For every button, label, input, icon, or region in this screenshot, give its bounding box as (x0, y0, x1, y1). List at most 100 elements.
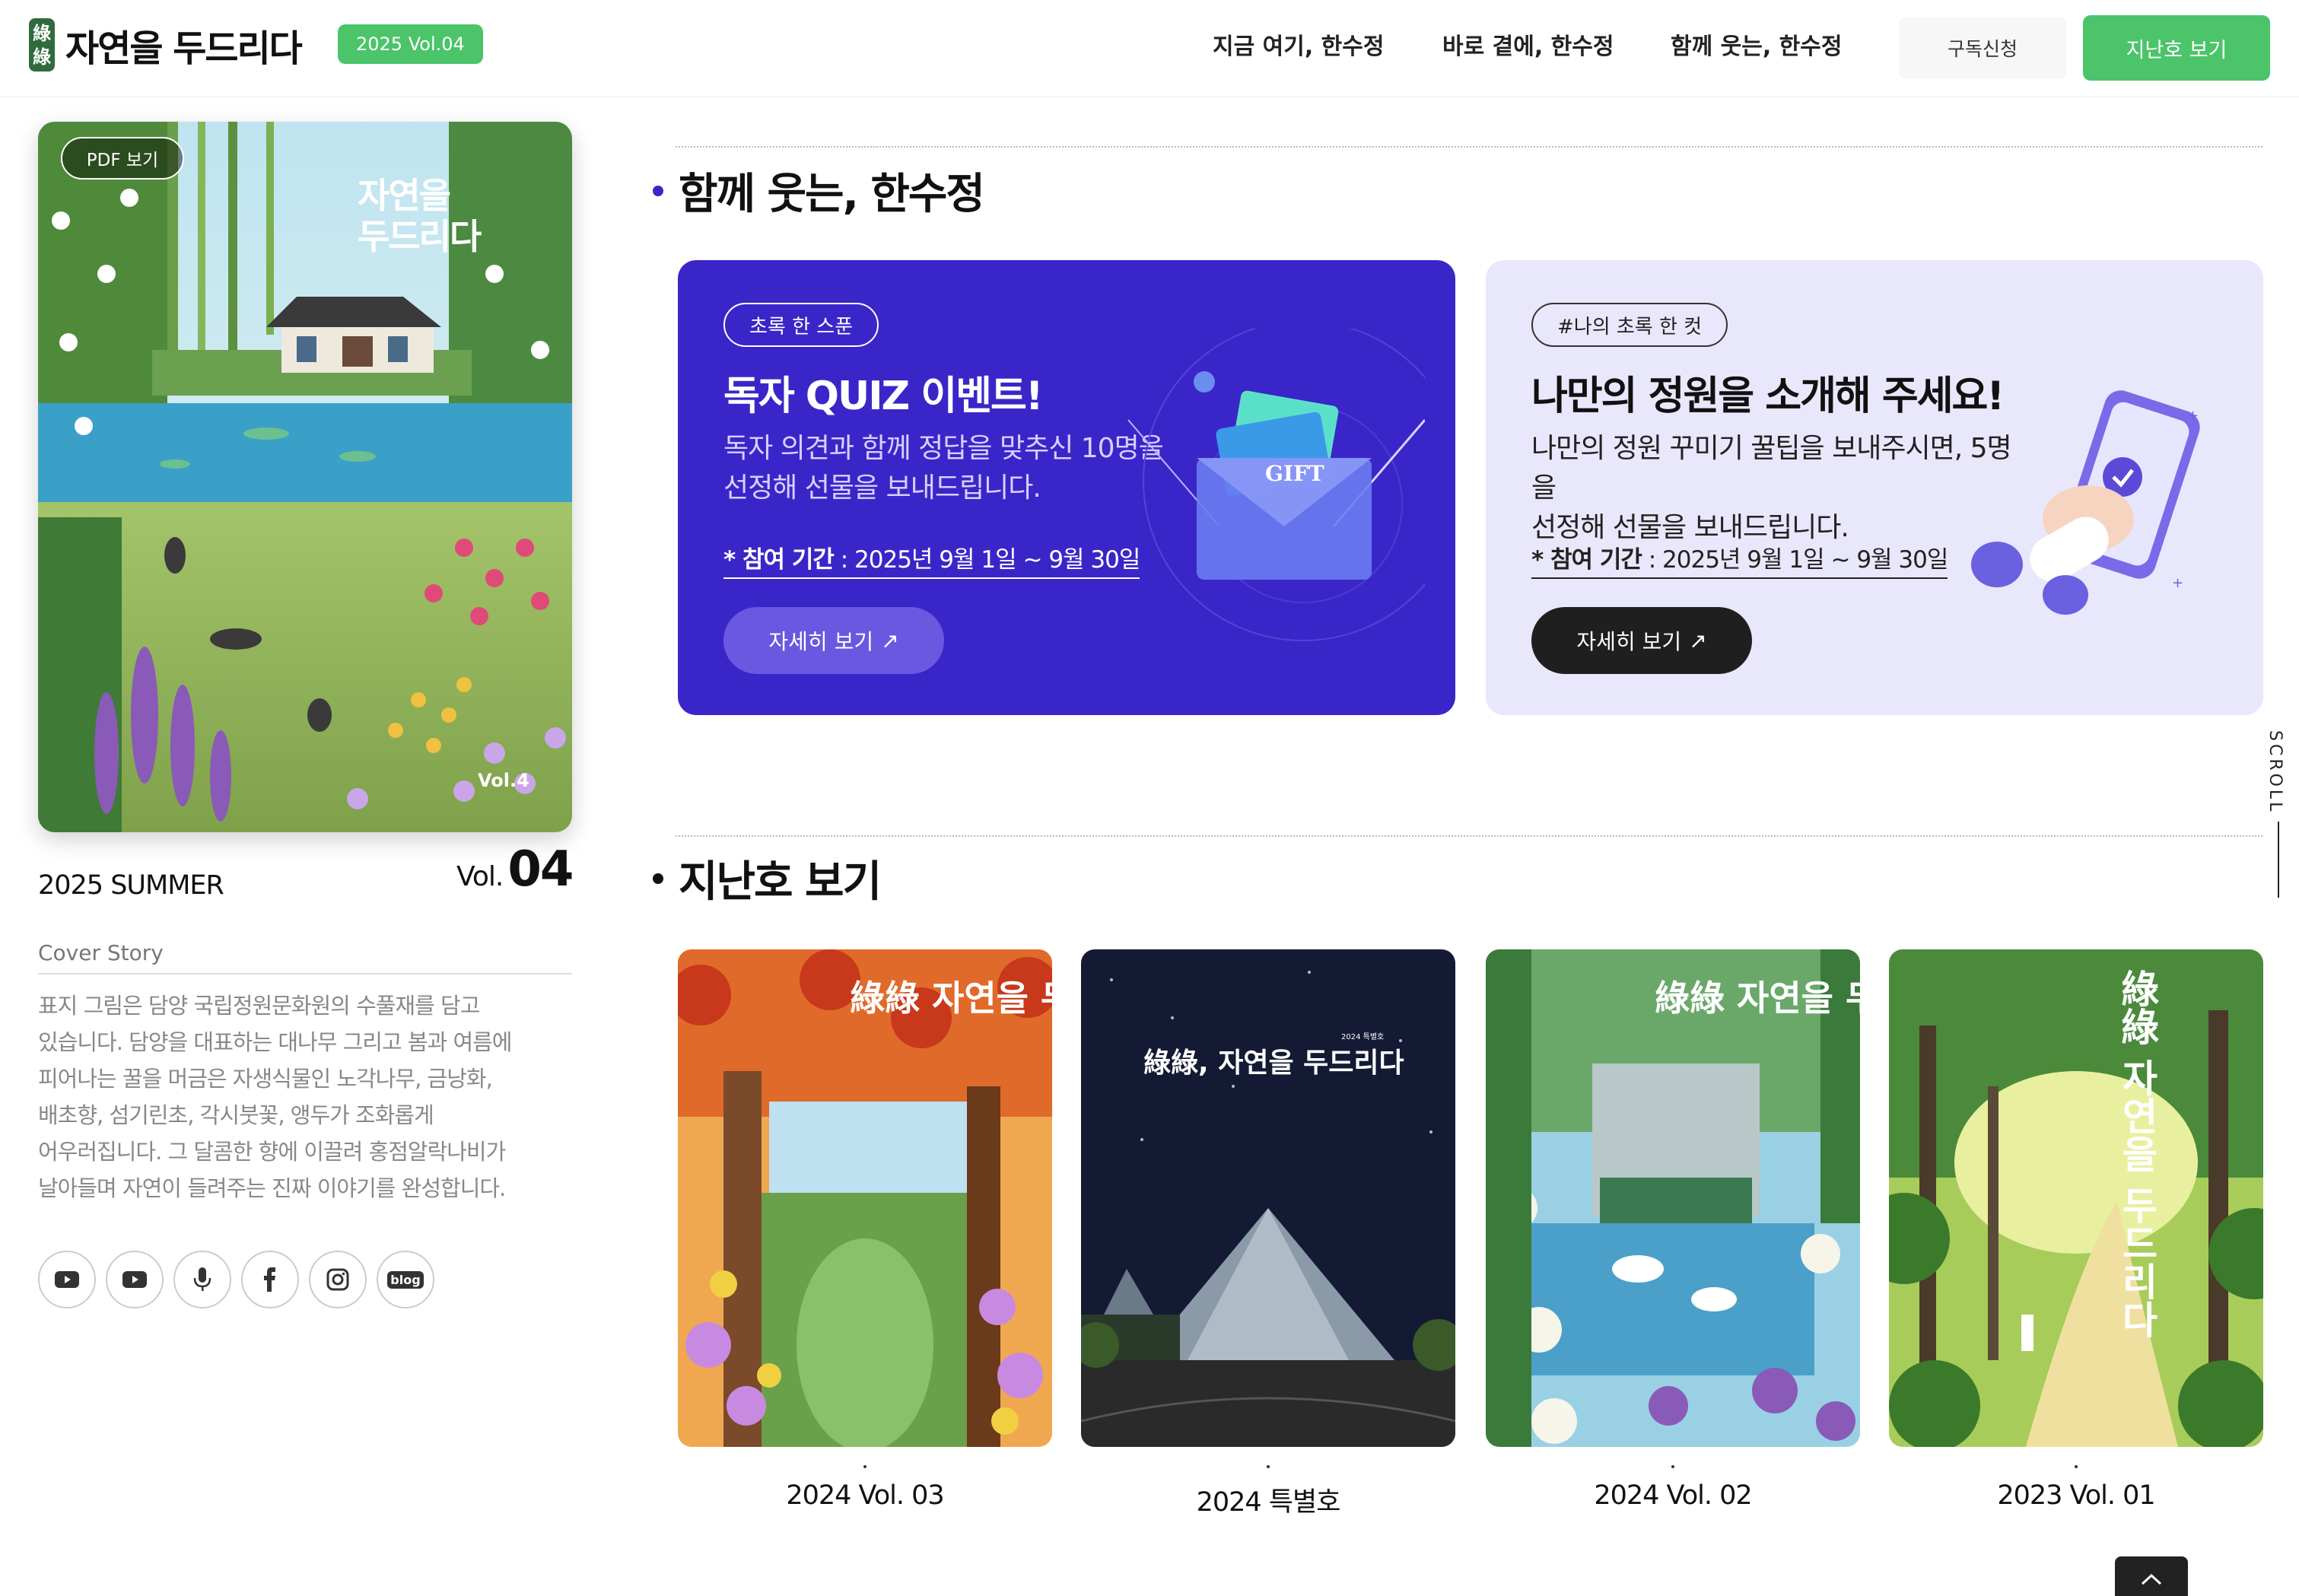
nav-item-laugh-together[interactable]: 함께 웃는, 한수정 (1671, 27, 1843, 61)
event-description: 나만의 정원 꾸미기 꿀팁을 보내주시면, 5명을 선정해 선물을 보내드립니다… (1531, 429, 2033, 548)
forest-cover-art (1889, 949, 2263, 1447)
cover-story-line: 배초향, 섬기린초, 각시붓꽃, 앵두가 조화롭게 (38, 1102, 434, 1128)
issue-dot (863, 1465, 866, 1468)
gift-text: GIFT (1265, 461, 1324, 486)
issue-label: 2024 특별호 (1196, 1487, 1341, 1518)
archive-issue[interactable]: 綠綠, 자연을 두드리다 2024 특별호 2024 특별호 (1081, 949, 1455, 1519)
archive-section-title-text: 지난호 보기 (679, 857, 882, 907)
gift-envelope-illustration: GIFT (1127, 329, 1425, 641)
blog-icon[interactable]: blog (377, 1251, 434, 1308)
archive-issue[interactable]: 綠綠 자연을 두드리다 2024 Vol. 02 (1486, 949, 1860, 1511)
autumn-cover-art (678, 949, 1052, 1447)
svg-text:+: + (2172, 575, 2183, 591)
arrow-up-right-icon: ↗ (1689, 628, 1707, 653)
archive-issue[interactable]: 綠綠 자연을 두드리다 2024 Vol. 03 (678, 949, 1052, 1511)
more-label: 자세히 보기 (768, 629, 874, 654)
youtube-alt-icon[interactable] (106, 1251, 164, 1308)
event-period-label: * 참여 기간 (723, 546, 835, 574)
nav-item-here-now[interactable]: 지금 여기, 한수정 (1213, 27, 1385, 61)
logo-char: 綠 (33, 46, 51, 68)
logo-text: 자연을 두드리다 (65, 27, 303, 70)
more-label: 자세히 보기 (1576, 629, 1682, 654)
cover-story-line: 있습니다. 담양을 대표하는 대나무 그리고 봄과 여름에 (38, 1029, 513, 1055)
scroll-top-button[interactable] (2115, 1556, 2188, 1596)
issue-cover-autumn[interactable]: 綠綠 자연을 두드리다 (678, 949, 1052, 1447)
pdf-view-button[interactable]: PDF 보기 (61, 137, 184, 180)
cover-vol-mark: Vol.4 (478, 770, 529, 791)
svg-text:+: + (2187, 408, 2199, 424)
events-section-title: 함께 웃는, 한수정 (653, 160, 985, 221)
lake-cover-art (1486, 949, 1860, 1447)
issue-cover-lake[interactable]: 綠綠 자연을 두드리다 (1486, 949, 1860, 1447)
event-period-value: : 2025년 9월 1일 ~ 9월 30일 (1641, 546, 1949, 574)
issue-cover-title: 綠綠 자연을 두드리다 (1655, 978, 1860, 1019)
night-cover-art (1081, 949, 1455, 1447)
event-title: 나만의 정원을 소개해 주세요! (1531, 374, 2005, 419)
cover-story-line: 날아들며 자연이 들려주는 진짜 이야기를 완성합니다. (38, 1175, 506, 1201)
issue-season: 2025 SUMMER (38, 870, 224, 901)
cover-story-text: 표지 그림은 담양 국립정원문화원의 수풀재를 담고 있습니다. 담양을 대표하… (38, 987, 572, 1207)
section-divider (676, 835, 2262, 837)
issue-badge: 2025 Vol.04 (338, 24, 483, 64)
back-issues-button[interactable]: 지난호 보기 (2083, 15, 2270, 81)
vol-number: 04 (507, 841, 574, 898)
cover-story-line: 어우러집니다. 그 달콤한 향에 이끌려 홍점알락나비가 (38, 1139, 506, 1165)
section-bullet (653, 185, 663, 196)
issue-cover-title: 綠綠 자연을 두드리다 (2115, 969, 2159, 1338)
vol-label: Vol. (456, 861, 504, 892)
scroll-indicator: SCROLL (2266, 730, 2285, 815)
event-period: * 참여 기간 : 2025년 9월 1일 ~ 9월 30일 (1531, 540, 1948, 579)
issue-cover-night[interactable]: 綠綠, 자연을 두드리다 2024 특별호 (1081, 949, 1455, 1447)
event-period: * 참여 기간 : 2025년 9월 1일 ~ 9월 30일 (723, 540, 1140, 579)
chevron-up-icon (2141, 1573, 2162, 1585)
quiz-event-card[interactable]: 초록 한 스푼 독자 QUIZ 이벤트! 독자 의견과 함께 정답을 맞추신 1… (678, 260, 1455, 715)
issue-label: 2023 Vol. 01 (1997, 1480, 2155, 1511)
issue-cover-title: 綠綠, 자연을 두드리다 (1143, 1048, 1404, 1079)
event-description-line: 나만의 정원 꾸미기 꿀팁을 보내주시면, 5명을 (1531, 433, 2012, 504)
issue-volume: Vol. 04 (456, 841, 574, 898)
event-period-label: * 참여 기간 (1531, 546, 1642, 574)
cover-title: 자연을 두드리다 (358, 175, 482, 257)
site-header: 綠 綠 자연을 두드리다 2025 Vol.04 지금 여기, 한수정 바로 곁… (0, 0, 2299, 97)
issue-cover-title: 綠綠 자연을 두드리다 (850, 978, 1052, 1019)
subscribe-button[interactable]: 구독신청 (1899, 17, 2066, 79)
cover-title-line: 두드리다 (358, 216, 482, 257)
phone-hand-illustration: + + (1971, 390, 2200, 615)
cover-illustration (38, 122, 572, 832)
event-tag: 초록 한 스푼 (723, 303, 879, 347)
archive-section-title: 지난호 보기 (653, 847, 882, 909)
facebook-icon[interactable] (241, 1251, 299, 1308)
scroll-indicator-line (2278, 822, 2279, 898)
issue-label: 2024 Vol. 03 (786, 1480, 944, 1511)
garden-more-button[interactable]: 자세히 보기 ↗ (1531, 607, 1752, 674)
podcast-mic-icon[interactable] (173, 1251, 231, 1308)
blog-icon-text: blog (387, 1270, 424, 1289)
instagram-icon[interactable] (309, 1251, 367, 1308)
logo-mark: 綠 綠 (29, 18, 55, 72)
event-tag: #나의 초록 한 컷 (1531, 303, 1728, 347)
issue-cover-subtitle: 2024 특별호 (1341, 1033, 1385, 1041)
cover-story-line: 표지 그림은 담양 국립정원문화원의 수풀재를 담고 (38, 993, 480, 1019)
issue-dot (1267, 1465, 1270, 1468)
section-divider (676, 146, 2262, 148)
quiz-more-button[interactable]: 자세히 보기 ↗ (723, 607, 944, 674)
nav-item-right-beside[interactable]: 바로 곁에, 한수정 (1442, 27, 1614, 61)
logo-char: 綠 (33, 22, 51, 44)
section-bullet (653, 873, 663, 884)
issue-label: 2024 Vol. 02 (1594, 1480, 1752, 1511)
arrow-up-right-icon: ↗ (881, 628, 899, 653)
events-section-title-text: 함께 웃는, 한수정 (679, 170, 985, 219)
cover-story-line: 피어나는 꿀을 머금은 자생식물인 노각나무, 금낭화, (38, 1066, 493, 1092)
archive-issue[interactable]: 綠綠 자연을 두드리다 2023 Vol. 01 (1889, 949, 2263, 1511)
social-links: blog (38, 1251, 434, 1308)
current-issue-cover[interactable]: PDF 보기 자연을 두드리다 Vol.4 (38, 122, 572, 832)
site-logo[interactable]: 綠 綠 자연을 두드리다 (29, 18, 303, 72)
issue-dot (1671, 1465, 1674, 1468)
cover-title-line: 자연을 (358, 175, 451, 216)
youtube-icon[interactable] (38, 1251, 96, 1308)
event-period-value: : 2025년 9월 1일 ~ 9월 30일 (833, 546, 1141, 574)
event-title: 독자 QUIZ 이벤트! (723, 374, 1044, 419)
issue-cover-forest[interactable]: 綠綠 자연을 두드리다 (1889, 949, 2263, 1447)
cover-story-heading: Cover Story (38, 940, 572, 974)
garden-event-card[interactable]: #나의 초록 한 컷 나만의 정원을 소개해 주세요! 나만의 정원 꾸미기 꿀… (1486, 260, 2263, 715)
